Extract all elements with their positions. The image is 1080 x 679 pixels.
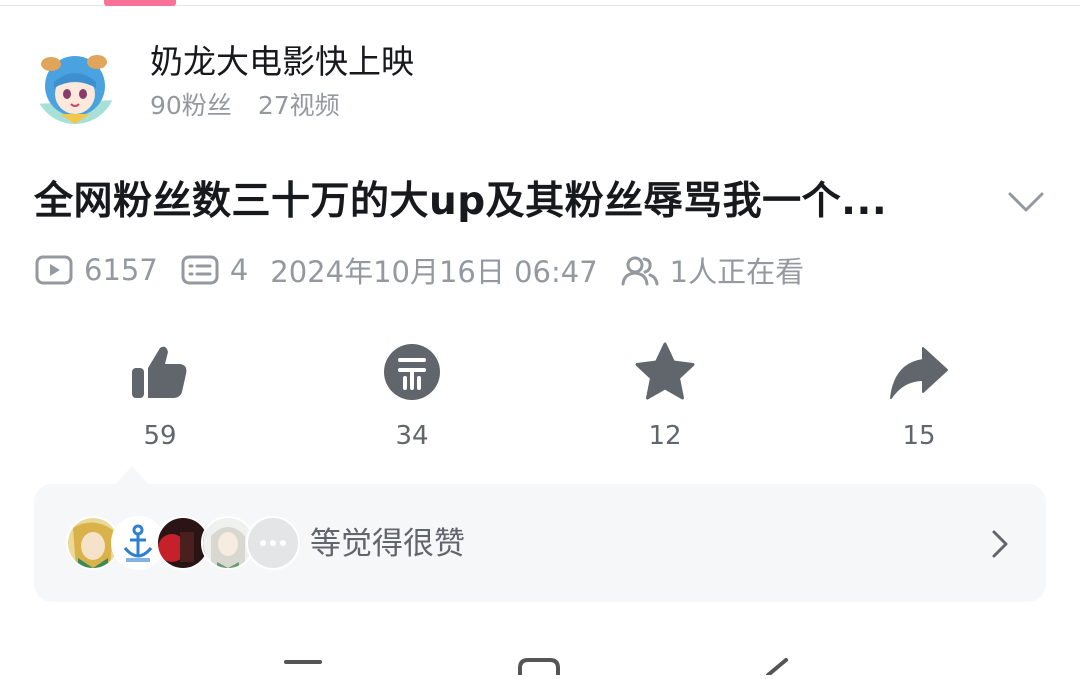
- video-meta-row: 6157 4 2024年10月16日 06:47 1人正在看: [34, 248, 804, 292]
- follower-count: 90粉丝: [150, 91, 232, 120]
- chevron-right-icon[interactable]: [982, 526, 1018, 562]
- share-arrow-icon: [890, 347, 948, 399]
- expand-chevron-icon[interactable]: [1004, 182, 1048, 222]
- share-button[interactable]: 15: [859, 340, 979, 454]
- likers-text: 等觉得很赞: [310, 526, 465, 562]
- video-count: 27视频: [257, 91, 340, 120]
- comment-count: 4: [229, 253, 249, 287]
- thumbs-up-icon: [132, 346, 187, 398]
- nav-home-icon[interactable]: [518, 658, 560, 679]
- coin-count: 34: [395, 421, 429, 451]
- coin-button[interactable]: 34: [352, 340, 472, 454]
- share-count: 15: [902, 421, 936, 451]
- publish-datetime: 2024年10月16日 06:47: [270, 255, 598, 289]
- video-title[interactable]: 全网粉丝数三十万的大up及其粉丝辱骂我一个...: [34, 176, 964, 228]
- favorite-button[interactable]: 12: [605, 340, 725, 454]
- watching-people-icon: [620, 250, 660, 290]
- star-icon: [635, 342, 695, 400]
- likers-panel[interactable]: 等觉得很赞: [34, 484, 1046, 602]
- more-likers-icon[interactable]: [246, 516, 300, 570]
- likers-panel-pointer: [116, 466, 148, 484]
- nav-menu-icon[interactable]: [284, 658, 324, 679]
- coin-icon: [384, 344, 440, 400]
- watching-count: 1人正在看: [669, 255, 805, 289]
- play-count-icon: [34, 250, 74, 290]
- uploader-stats: 90粉丝 27视频: [150, 88, 340, 124]
- like-button[interactable]: 59: [100, 340, 220, 454]
- favorite-count: 12: [648, 421, 682, 451]
- uploader-name[interactable]: 奶龙大电影快上映: [150, 40, 414, 84]
- uploader-avatar[interactable]: [34, 42, 116, 124]
- nav-back-icon[interactable]: [760, 658, 792, 679]
- comment-count-icon: [180, 250, 220, 290]
- view-count: 6157: [84, 253, 158, 287]
- active-tab-indicator: [104, 0, 176, 6]
- like-count: 59: [143, 421, 177, 451]
